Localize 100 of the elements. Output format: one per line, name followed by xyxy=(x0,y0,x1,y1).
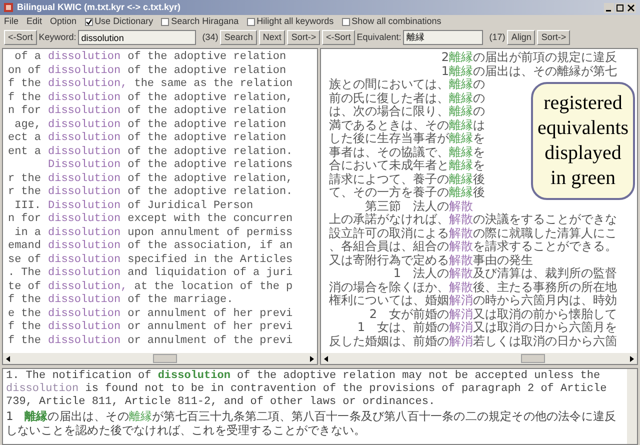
keyword: 離縁 xyxy=(449,132,473,146)
keyword: 離縁 xyxy=(449,51,473,64)
keyword: 離縁 xyxy=(449,172,473,186)
context-text: of the adoptive relation xyxy=(128,105,286,118)
context-text: the same as the relation xyxy=(134,78,293,92)
keyword: 解散 xyxy=(449,213,473,226)
search-field[interactable]: 離縁 xyxy=(403,30,484,45)
context-text: . The xyxy=(6,267,41,280)
context-text: upon annulment of permiss xyxy=(128,226,293,240)
context-text: of a xyxy=(14,51,41,64)
checkbox[interactable] xyxy=(161,18,170,26)
context-text: 2 xyxy=(441,51,449,64)
scroll-left-icon[interactable] xyxy=(4,354,12,362)
horizontal-scrollbar[interactable] xyxy=(3,353,317,364)
search-field[interactable]: dissolution xyxy=(78,30,196,45)
context-text: 第三節 法人の xyxy=(365,200,449,213)
sentence: 1. The notification of dissolution of the adoptive relation may not be accepted unless the dissolution is found not to be in contravention of the provisions of paragraph 2 of Article 739, Article 811, Article 811-2, and of other laws or ordinances. xyxy=(6,370,608,409)
context-text: 設立許可の取消による xyxy=(329,226,449,240)
keyword: dissolution xyxy=(48,132,121,146)
toolbar-button[interactable]: Align xyxy=(507,30,536,45)
context-text: or annulment of her previ xyxy=(128,308,293,321)
context-text: の時から六箇月内は、時効 xyxy=(473,294,617,308)
context-text: n for xyxy=(6,213,41,226)
keyword: dissolution xyxy=(48,240,121,254)
toolbar-button[interactable]: Next xyxy=(258,30,286,45)
toolbar-button[interactable]: <-Sort xyxy=(4,30,37,45)
scroll-thumb[interactable] xyxy=(521,354,545,363)
keyword: 離縁 xyxy=(449,186,473,200)
keyword: 解散 xyxy=(449,267,473,280)
context-text: 後、主たる事務所の所在地 xyxy=(473,280,617,294)
scroll-right-icon[interactable] xyxy=(628,354,636,362)
context-text: 若しくは取消の日から六箇 xyxy=(473,334,617,348)
toolbar-button[interactable]: <-Sort xyxy=(322,30,355,45)
context-text: or annulment of her previ xyxy=(128,321,293,334)
context-text: 合において未成年者と xyxy=(329,159,449,172)
context-text: ent a xyxy=(6,146,41,159)
toolbar-button[interactable]: Sort-> xyxy=(287,30,320,45)
context-text: age, xyxy=(14,118,41,132)
context-text: 1 女は、前婚の xyxy=(357,321,449,334)
context-text: f the xyxy=(6,321,41,334)
keyword: 離縁 xyxy=(449,92,473,105)
context-text: 消の場合を除くほか、 xyxy=(329,280,449,294)
keyword: dissolution xyxy=(48,186,121,200)
checkbox[interactable] xyxy=(342,18,350,26)
context-text: e the xyxy=(6,308,41,321)
keyword: 解散 xyxy=(449,280,473,294)
context-text: of the adoptive relation. xyxy=(128,186,293,200)
context-text: は、次の場合に限り、 xyxy=(329,105,449,118)
toolbar-button[interactable]: Search xyxy=(220,30,257,45)
context-text: 又は取消の日から六箇月を xyxy=(473,321,617,334)
context-text: te of xyxy=(6,280,41,294)
context-text: 事由の発生 xyxy=(473,254,533,267)
context-text: の届出は、その離縁が第七 xyxy=(473,64,617,78)
keyword: 解消 xyxy=(449,334,473,348)
context-text: of the adoptive relation xyxy=(128,132,286,146)
keyword: 離縁 xyxy=(449,159,473,172)
context-text: て、その一方を養子の xyxy=(329,186,449,200)
keyword: 解散 xyxy=(449,254,473,267)
toolbar-button[interactable]: Sort-> xyxy=(537,30,570,45)
maximize-icon[interactable] xyxy=(615,2,625,12)
context-text: 請求によつて、養子の xyxy=(329,172,449,186)
scroll-right-icon[interactable] xyxy=(308,354,316,362)
context-text: の xyxy=(473,105,485,118)
context-text: of the adoptive relation. xyxy=(128,146,293,159)
context-text: の届出が前項の規定に違反 xyxy=(473,51,617,64)
checkbox[interactable] xyxy=(246,18,255,26)
context-text: 反した婚姻は、前婚の xyxy=(329,334,449,348)
keyword: dissolution xyxy=(48,146,121,159)
context-text: 又は寄附行為で定める xyxy=(329,254,449,267)
context-text: 及び清算は、裁判所の監督 xyxy=(473,267,617,280)
context-text: 1 xyxy=(441,64,449,78)
minimize-icon[interactable] xyxy=(604,2,614,12)
context-text: の xyxy=(473,92,485,105)
keyword: 解散 xyxy=(449,240,473,254)
keyword: 解散 xyxy=(449,226,473,240)
context-text: 又は取消の前から懐胎して xyxy=(473,308,617,320)
context-text: は xyxy=(473,118,485,132)
check-icon xyxy=(86,19,92,25)
vertical-scrollbar[interactable] xyxy=(627,369,637,444)
checkbox[interactable] xyxy=(84,18,93,26)
keyword: Dissolution xyxy=(48,159,121,172)
menu-item[interactable]: File xyxy=(4,15,19,29)
keyword: dissolution, xyxy=(48,280,128,294)
context-text: ect a xyxy=(6,132,41,146)
scroll-left-icon[interactable] xyxy=(322,354,330,362)
context-text: の決議をすることができな xyxy=(473,213,617,226)
menu-item[interactable]: Edit xyxy=(26,15,42,29)
checkbox-label: Show all combinations xyxy=(352,15,442,28)
keyword: dissolution xyxy=(48,105,121,118)
context-text: of the marriage. xyxy=(128,294,234,308)
close-icon[interactable] xyxy=(626,2,636,12)
sentence: 1 離縁の届出は、その離縁が第七百三十九条第二項、第八百十一条及び第八百十一条の二の規定その他の法令に違反しないことを認めた後でなければ、これを受理することができない。 xyxy=(6,409,618,437)
context-text: を xyxy=(473,132,485,146)
context-text: した後に生存当事者が xyxy=(329,132,449,146)
context-text: III. xyxy=(14,200,41,213)
horizontal-scrollbar[interactable] xyxy=(321,353,637,364)
match-count: (17) xyxy=(489,30,506,44)
scroll-thumb[interactable] xyxy=(153,354,177,363)
menu-item[interactable]: Option xyxy=(50,15,77,29)
context-text: specified in the Articles xyxy=(128,254,293,267)
